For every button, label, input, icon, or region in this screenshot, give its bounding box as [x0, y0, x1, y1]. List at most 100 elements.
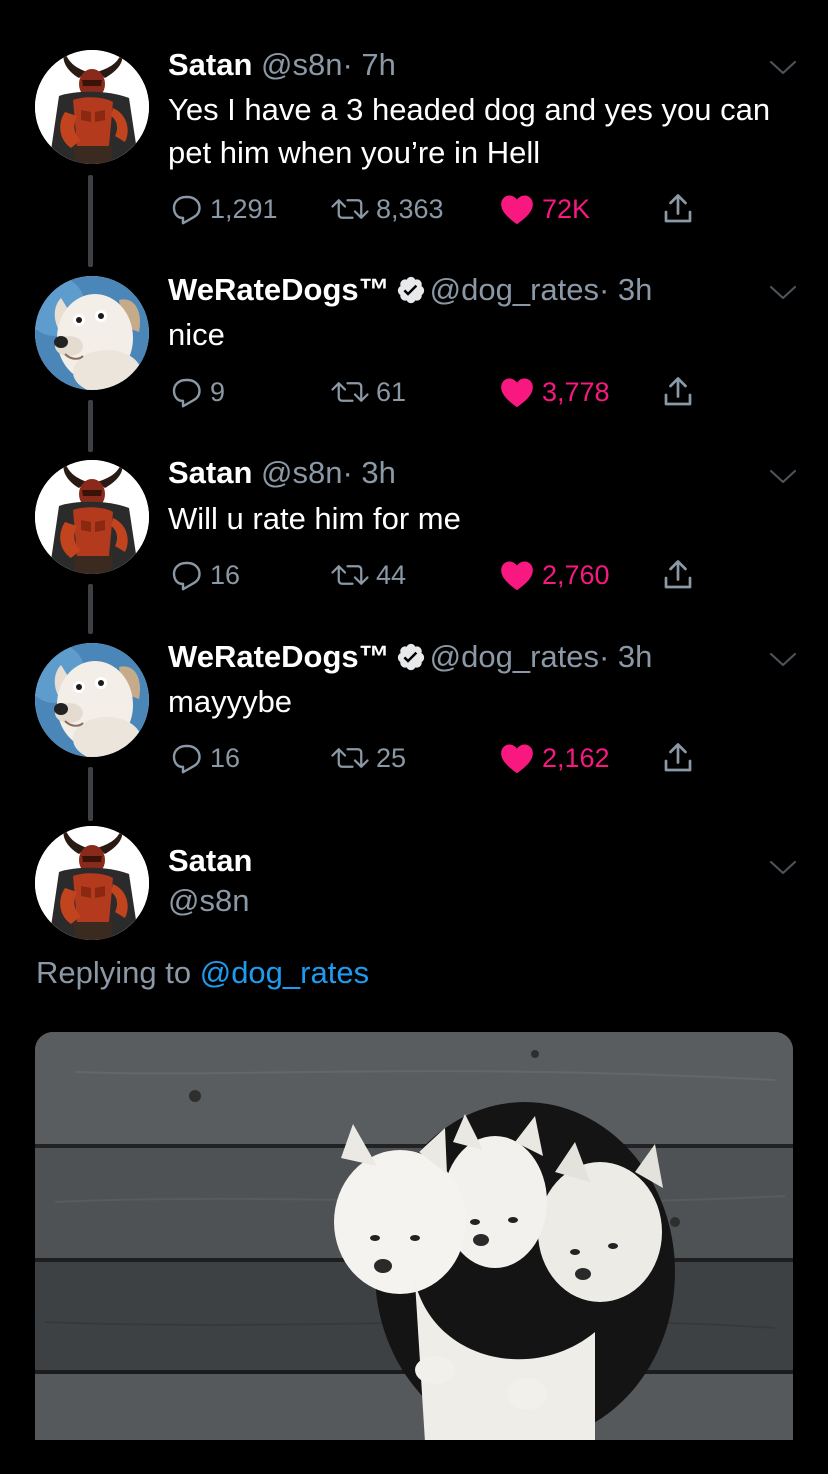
action-bar: 16 25 2,162 [168, 738, 728, 778]
share-button[interactable] [660, 555, 696, 595]
action-bar: 9 61 3,778 [168, 372, 728, 412]
share-icon [660, 557, 696, 593]
dog-avatar-icon [35, 276, 149, 390]
tweet-header: Satan @s8n· 3h [168, 455, 396, 491]
tweet-header: WeRateDogs™ @dog_rates· 3h [168, 639, 652, 675]
timestamp[interactable]: · 3h [343, 455, 396, 490]
like-button[interactable]: 72K [498, 189, 590, 229]
action-bar: 16 44 2,760 [168, 555, 728, 595]
retweet-count: 25 [376, 742, 407, 773]
share-button[interactable] [660, 189, 696, 229]
avatar[interactable] [35, 460, 149, 574]
handle[interactable]: @s8n [168, 883, 252, 919]
timestamp[interactable]: · 3h [599, 272, 652, 307]
dog-avatar-icon [35, 643, 149, 757]
avatar[interactable] [35, 276, 149, 390]
retweet-button[interactable]: 25 [330, 738, 406, 778]
reply-icon [168, 191, 204, 227]
tweet-2[interactable]: WeRateDogs™ @dog_rates· 3h nice 9 61 3,77… [0, 260, 828, 452]
tweet-header: WeRateDogs™ @dog_rates· 3h [168, 272, 652, 308]
like-count: 3,778 [542, 376, 610, 407]
retweet-icon [330, 560, 370, 590]
like-count: 2,760 [542, 559, 610, 590]
retweet-count: 61 [376, 376, 407, 407]
verified-badge-icon [396, 275, 426, 305]
tweet-4[interactable]: WeRateDogs™ @dog_rates· 3h mayyybe 16 25 … [0, 635, 828, 821]
reply-icon [168, 374, 204, 410]
display-name[interactable]: Satan [168, 455, 252, 490]
share-button[interactable] [660, 372, 696, 412]
avatar[interactable] [35, 50, 149, 164]
tweet-3[interactable]: Satan @s8n· 3h Will u rate him for me 16… [0, 450, 828, 635]
replying-to-link[interactable]: @dog_rates [200, 955, 369, 990]
replying-to: Replying to @dog_rates [36, 955, 369, 991]
heart-icon [498, 373, 536, 411]
handle[interactable]: @dog_rates [430, 639, 599, 674]
reply-button[interactable]: 16 [168, 738, 240, 778]
heart-icon [498, 556, 536, 594]
heart-icon [498, 190, 536, 228]
retweet-icon [330, 194, 370, 224]
timestamp[interactable]: · 7h [343, 47, 396, 82]
chevron-down-icon[interactable] [768, 466, 798, 486]
like-button[interactable]: 2,760 [498, 555, 610, 595]
like-button[interactable]: 3,778 [498, 372, 610, 412]
reply-icon [168, 557, 204, 593]
tweet-text: Will u rate him for me [168, 501, 461, 536]
display-name[interactable]: Satan [168, 843, 252, 879]
tweet-header: Satan @s8n· 7h [168, 47, 396, 83]
tweet-text: nice [168, 317, 225, 352]
tweet-text: mayyybe [168, 684, 293, 719]
display-name[interactable]: WeRateDogs™ [168, 639, 390, 674]
satan-avatar-icon [35, 460, 149, 574]
retweet-button[interactable]: 44 [330, 555, 406, 595]
action-bar: 1,291 8,363 72K [168, 189, 728, 229]
thread-line [88, 175, 93, 267]
retweet-count: 8,363 [376, 193, 444, 224]
chevron-down-icon[interactable] [768, 57, 798, 77]
like-count: 2,162 [542, 742, 610, 773]
like-count: 72K [542, 193, 591, 224]
chevron-down-icon[interactable] [768, 649, 798, 669]
display-name[interactable]: Satan [168, 47, 252, 82]
retweet-button[interactable]: 61 [330, 372, 406, 412]
chevron-down-icon[interactable] [768, 857, 798, 877]
timestamp[interactable]: · 3h [599, 639, 652, 674]
avatar[interactable] [35, 643, 149, 757]
thread-line [88, 767, 93, 821]
retweet-icon [330, 377, 370, 407]
reply-button[interactable]: 9 [168, 372, 225, 412]
reply-count: 16 [210, 742, 241, 773]
avatar[interactable] [35, 826, 149, 940]
tweet-1[interactable]: Satan @s8n· 7h Yes I have a 3 headed dog… [0, 0, 828, 267]
share-button[interactable] [660, 738, 696, 778]
tweet-header: Satan @s8n [168, 843, 252, 919]
puppies-photo [35, 1032, 793, 1442]
reply-icon [168, 740, 204, 776]
display-name[interactable]: WeRateDogs™ [168, 272, 390, 307]
tweet-text: Yes I have a 3 headed dog and yes you ca… [168, 92, 771, 170]
reply-button[interactable]: 16 [168, 555, 240, 595]
reply-count: 1,291 [210, 193, 278, 224]
heart-icon [498, 739, 536, 777]
handle[interactable]: @s8n [261, 47, 342, 82]
tweet-media-image[interactable] [35, 1032, 793, 1442]
handle[interactable]: @dog_rates [430, 272, 599, 307]
retweet-count: 44 [376, 559, 407, 590]
satan-avatar-icon [35, 826, 149, 940]
reply-count: 16 [210, 559, 241, 590]
reply-count: 9 [210, 376, 226, 407]
share-icon [660, 191, 696, 227]
thread-line [88, 584, 93, 634]
reply-button[interactable]: 1,291 [168, 189, 278, 229]
like-button[interactable]: 2,162 [498, 738, 610, 778]
handle[interactable]: @s8n [261, 455, 342, 490]
thread-line [88, 400, 93, 452]
share-icon [660, 374, 696, 410]
bottom-safe-area [0, 1440, 828, 1474]
retweet-icon [330, 743, 370, 773]
retweet-button[interactable]: 8,363 [330, 189, 444, 229]
satan-avatar-icon [35, 50, 149, 164]
share-icon [660, 740, 696, 776]
chevron-down-icon[interactable] [768, 282, 798, 302]
